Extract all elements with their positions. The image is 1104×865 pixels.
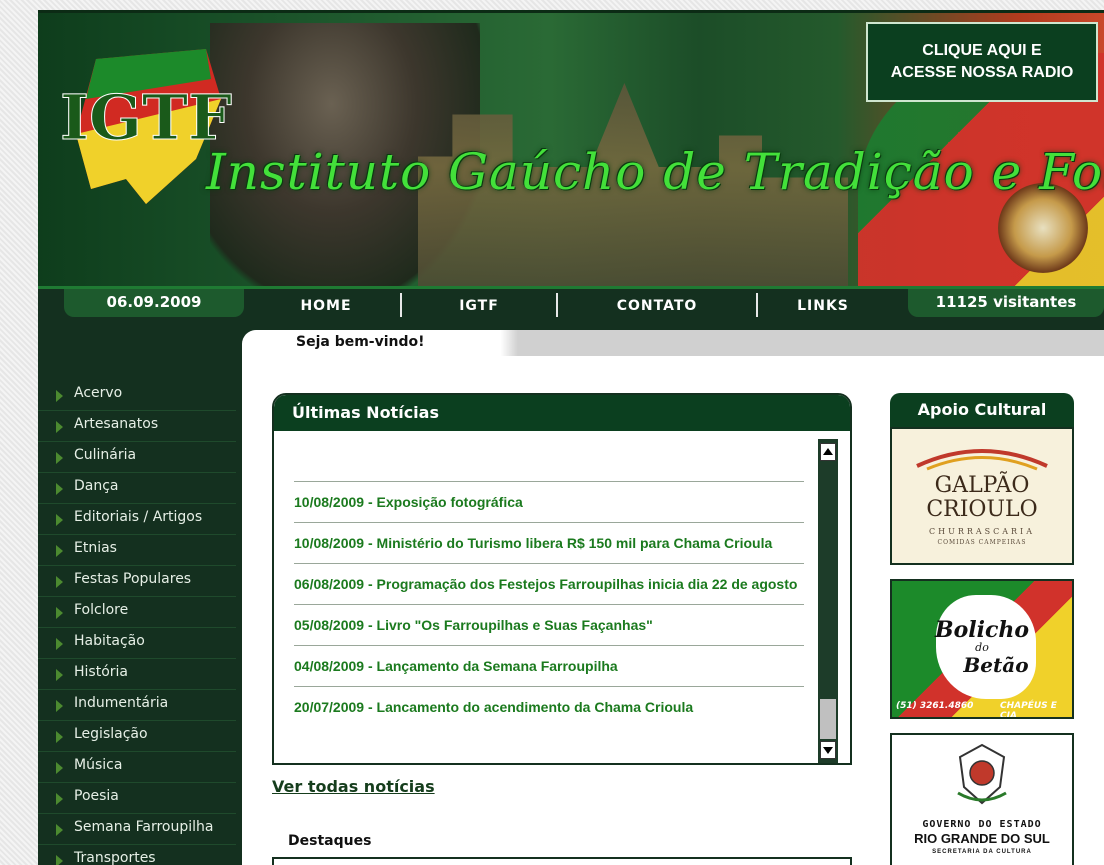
news-item[interactable]: 20/07/2009 - Lancamento do acendimento d… [294, 697, 804, 717]
highlights-title: Destaques [288, 833, 372, 849]
news-item[interactable]: 10/08/2009 - Exposição fotográfica [294, 492, 804, 512]
bolicho-line3: Betão [963, 653, 1029, 677]
bolicho-tag: CHAPÉUS E CIA [1000, 701, 1057, 719]
sidebar-item-acervo[interactable]: Acervo [38, 380, 236, 411]
sidebar-item-poesia[interactable]: Poesia [38, 783, 236, 814]
arrow-icon [56, 824, 63, 836]
news-item[interactable]: 06/08/2009 - Programação dos Festejos Fa… [294, 574, 804, 594]
sidebar-item-indumentaria[interactable]: Indumentária [38, 690, 236, 721]
arrow-icon [56, 390, 63, 402]
radio-button-label: CLIQUE AQUI E ACESSE NOSSA RADIO [890, 42, 1074, 81]
galpao-line1: GALPÃO [934, 473, 1030, 498]
news-item[interactable]: 10/08/2009 - Ministério do Turismo liber… [294, 533, 804, 553]
sidebar: Acervo Artesanatos Culinária Dança Edito… [38, 380, 242, 865]
all-news-link[interactable]: Ver todas notícias [272, 777, 435, 796]
galpao-line2: CRIOULO [926, 497, 1038, 522]
news-item[interactable]: 05/08/2009 - Livro "Os Farroupilhas e Su… [294, 615, 804, 635]
news-divider [294, 522, 804, 523]
news-divider [294, 481, 804, 482]
news-divider [294, 686, 804, 687]
sponsor-bolicho-betao[interactable]: Bolicho do Betão (51) 3261.4860 CHAPÉUS … [890, 579, 1074, 719]
gov-line2: RIO GRANDE DO SUL [914, 831, 1050, 846]
news-scrollbar[interactable] [818, 439, 838, 763]
visitor-counter: 11125 visitantes [908, 289, 1104, 317]
date-badge: 06.09.2009 [64, 289, 244, 317]
arrow-icon [56, 700, 63, 712]
arrow-icon [56, 514, 63, 526]
news-item[interactable]: 04/08/2009 - Lançamento da Semana Farrou… [294, 656, 804, 676]
gov-line3: SECRETARIA DA CULTURA [932, 849, 1032, 855]
sidebar-item-danca[interactable]: Dança [38, 473, 236, 504]
rs-coat-of-arms-icon [957, 743, 1007, 805]
sidebar-item-folclore[interactable]: Folclore [38, 597, 236, 628]
sidebar-item-legislacao[interactable]: Legislação [38, 721, 236, 752]
sidebar-item-editoriais[interactable]: Editoriais / Artigos [38, 504, 236, 535]
arrow-icon [56, 731, 63, 743]
highlights-box [272, 857, 852, 865]
sidebar-item-artesanatos[interactable]: Artesanatos [38, 411, 236, 442]
news-divider [294, 604, 804, 605]
arrow-icon [56, 576, 63, 588]
sponsors-title: Apoio Cultural [890, 393, 1074, 427]
site-title: Instituto Gaúcho de Tradição e Folclore [206, 143, 1104, 201]
gov-line1: GOVERNO DO ESTADO [922, 819, 1042, 830]
arrow-icon [56, 421, 63, 433]
bolicho-line1: Bolicho [934, 617, 1030, 643]
sidebar-item-musica[interactable]: Música [38, 752, 236, 783]
sidebar-item-culinaria[interactable]: Culinária [38, 442, 236, 473]
galpao-roof-icon [916, 449, 1048, 471]
sidebar-item-etnias[interactable]: Etnias [38, 535, 236, 566]
menu-links[interactable]: LINKS [758, 289, 888, 321]
scroll-thumb[interactable] [820, 699, 836, 739]
sidebar-item-habitacao[interactable]: Habitação [38, 628, 236, 659]
galpao-line3: CHURRASCARIA [928, 527, 1035, 536]
scroll-down-icon[interactable] [820, 741, 836, 759]
sponsor-galpao-crioulo[interactable]: GALPÃO CRIOULO CHURRASCARIA COMIDAS CAMP… [890, 427, 1074, 565]
page: IGTF Instituto Gaúcho de Tradição e Folc… [38, 10, 1104, 865]
news-list: 10/08/2009 - Exposição fotográfica 10/08… [294, 471, 804, 717]
main-menu: HOME IGTF CONTATO LINKS [252, 289, 912, 321]
menu-igtf[interactable]: IGTF [402, 289, 556, 321]
arrow-icon [56, 855, 63, 865]
radio-button[interactable]: CLIQUE AQUI E ACESSE NOSSA RADIO [866, 22, 1098, 102]
news-divider [294, 645, 804, 646]
sidebar-item-transportes[interactable]: Transportes [38, 845, 236, 865]
sidebar-item-festas-populares[interactable]: Festas Populares [38, 566, 236, 597]
bolicho-phone: (51) 3261.4860 [896, 701, 974, 711]
news-title: Últimas Notícias [292, 403, 439, 422]
menu-home[interactable]: HOME [252, 289, 400, 321]
header-banner: IGTF Instituto Gaúcho de Tradição e Folc… [38, 10, 1104, 286]
news-divider [294, 563, 804, 564]
arrow-icon [56, 762, 63, 774]
sponsor-governo-rs[interactable]: GOVERNO DO ESTADO RIO GRANDE DO SUL SECR… [890, 733, 1074, 865]
news-box: Últimas Notícias 10/08/2009 - Exposição … [272, 393, 852, 765]
galpao-line4: COMIDAS CAMPEIRAS [937, 539, 1027, 546]
sidebar-item-historia[interactable]: História [38, 659, 236, 690]
scroll-up-icon[interactable] [820, 443, 836, 461]
sidebar-item-semana-farroupilha[interactable]: Semana Farroupilha [38, 814, 236, 845]
arrow-icon [56, 669, 63, 681]
arrow-icon [56, 793, 63, 805]
arrow-icon [56, 638, 63, 650]
arrow-icon [56, 452, 63, 464]
welcome-text: Seja bem-vindo! [296, 334, 425, 350]
news-header: Últimas Notícias [274, 395, 850, 431]
menu-contato[interactable]: CONTATO [558, 289, 756, 321]
arrow-icon [56, 483, 63, 495]
arrow-icon [56, 545, 63, 557]
arrow-icon [56, 607, 63, 619]
